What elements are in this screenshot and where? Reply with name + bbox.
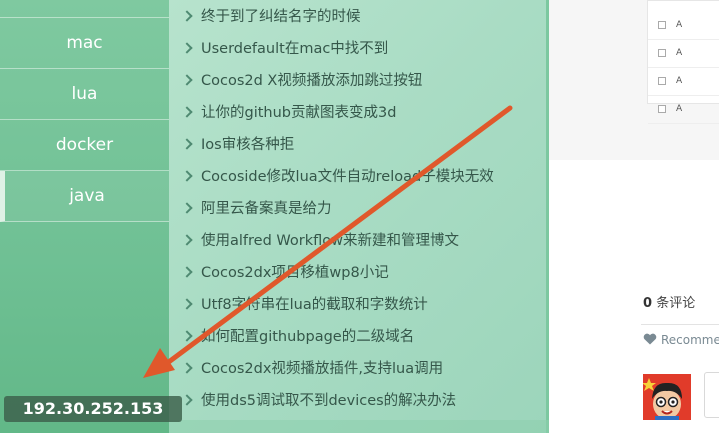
list-item[interactable]: Cocoside修改lua文件自动reload子模块无效 [181,161,543,193]
chevron-right-icon [181,202,193,214]
avatar[interactable] [643,374,691,420]
list-item-title: 阿里云备案真是给力 [201,201,332,217]
comment-count-number: 0 [643,296,653,311]
recommend-button[interactable]: Recommend [643,333,719,347]
option-card: A A A A [647,0,719,124]
option-row[interactable]: A [648,96,719,124]
list-item-title: Utf8字符串在lua的截取和字数统计 [201,297,428,313]
chevron-right-icon [181,266,193,278]
list-scroll-edge [169,420,549,433]
chevron-right-icon [181,74,193,86]
list-item[interactable]: Userdefault在mac中找不到 [181,33,543,65]
list-item-title: Ios审核各种拒 [201,137,295,153]
option-label: A [676,20,683,30]
category-sidebar: mac lua docker java [0,0,169,433]
checkbox[interactable] [658,49,666,57]
list-item[interactable]: 使用ds5调试取不到devices的解决办法 [181,385,543,417]
option-row[interactable]: A [648,40,719,68]
list-item-title: 使用ds5调试取不到devices的解决办法 [201,393,457,409]
sidebar-item-lua[interactable]: lua [0,69,169,120]
list-item-title: 终于到了纠结名字的时候 [201,9,361,25]
chevron-right-icon [181,42,193,54]
chevron-right-icon [181,106,193,118]
chevron-right-icon [181,394,193,406]
list-item[interactable]: Utf8字符串在lua的截取和字数统计 [181,289,543,321]
list-item[interactable]: 阿里云备案真是给力 [181,193,543,225]
comment-count-label: 条评论 [656,296,696,311]
comment-count: 0 条评论 [643,292,695,311]
chevron-right-icon [181,330,193,342]
avatar-cartoon-face-icon [643,374,691,420]
list-item-title: 使用alfred Workflow来新建和管理博文 [201,233,459,249]
main-content: A A A A [549,0,719,433]
recommend-label: Recommend [661,333,719,347]
list-item-title: Cocos2d X视频播放添加跳过按钮 [201,73,423,89]
sidebar-item-mac[interactable]: mac [0,18,169,69]
chevron-right-icon [181,234,193,246]
list-item[interactable]: 让你的github贡献图表变成3d [181,97,543,129]
list-item[interactable]: 终于到了纠结名字的时候 [181,1,543,33]
checkbox[interactable] [658,105,666,113]
list-item-title: Cocoside修改lua文件自动reload子模块无效 [201,169,494,185]
option-row[interactable]: A [648,68,719,96]
list-item[interactable]: 使用alfred Workflow来新建和管理博文 [181,225,543,257]
comment-divider [641,324,719,325]
list-item[interactable]: Cocos2d X视频播放添加跳过按钮 [181,65,543,97]
option-label: A [676,104,683,114]
list-item-title: 让你的github贡献图表变成3d [201,105,397,121]
article-list: 终于到了纠结名字的时候 Userdefault在mac中找不到 Cocos2d … [169,0,549,433]
list-item-title: Cocos2dx视频播放插件,支持lua调用 [201,361,444,377]
comment-input[interactable] [704,372,719,418]
option-row[interactable]: A [648,12,719,40]
chevron-right-icon [181,298,193,310]
list-item[interactable]: Cocos2dx视频播放插件,支持lua调用 [181,353,543,385]
checkbox[interactable] [658,77,666,85]
list-item-title: 如何配置githubpage的二级域名 [201,329,415,345]
chevron-right-icon [181,362,193,374]
list-item-title: Cocos2dx项目移植wp8小记 [201,265,389,281]
option-label: A [676,48,683,58]
list-item[interactable]: Ios审核各种拒 [181,129,543,161]
sidebar-item-top[interactable] [0,0,169,18]
list-item-title: Userdefault在mac中找不到 [201,41,389,57]
heart-icon [643,333,657,345]
ip-address-badge: 192.30.252.153 [4,396,182,422]
sidebar-item-java[interactable]: java [0,171,169,222]
chevron-right-icon [181,170,193,182]
chevron-right-icon [181,138,193,150]
option-label: A [676,76,683,86]
sidebar-item-docker[interactable]: docker [0,120,169,171]
list-item[interactable]: Cocos2dx项目移植wp8小记 [181,257,543,289]
chevron-right-icon [181,10,193,22]
checkbox[interactable] [658,21,666,29]
list-item[interactable]: 如何配置githubpage的二级域名 [181,321,543,353]
